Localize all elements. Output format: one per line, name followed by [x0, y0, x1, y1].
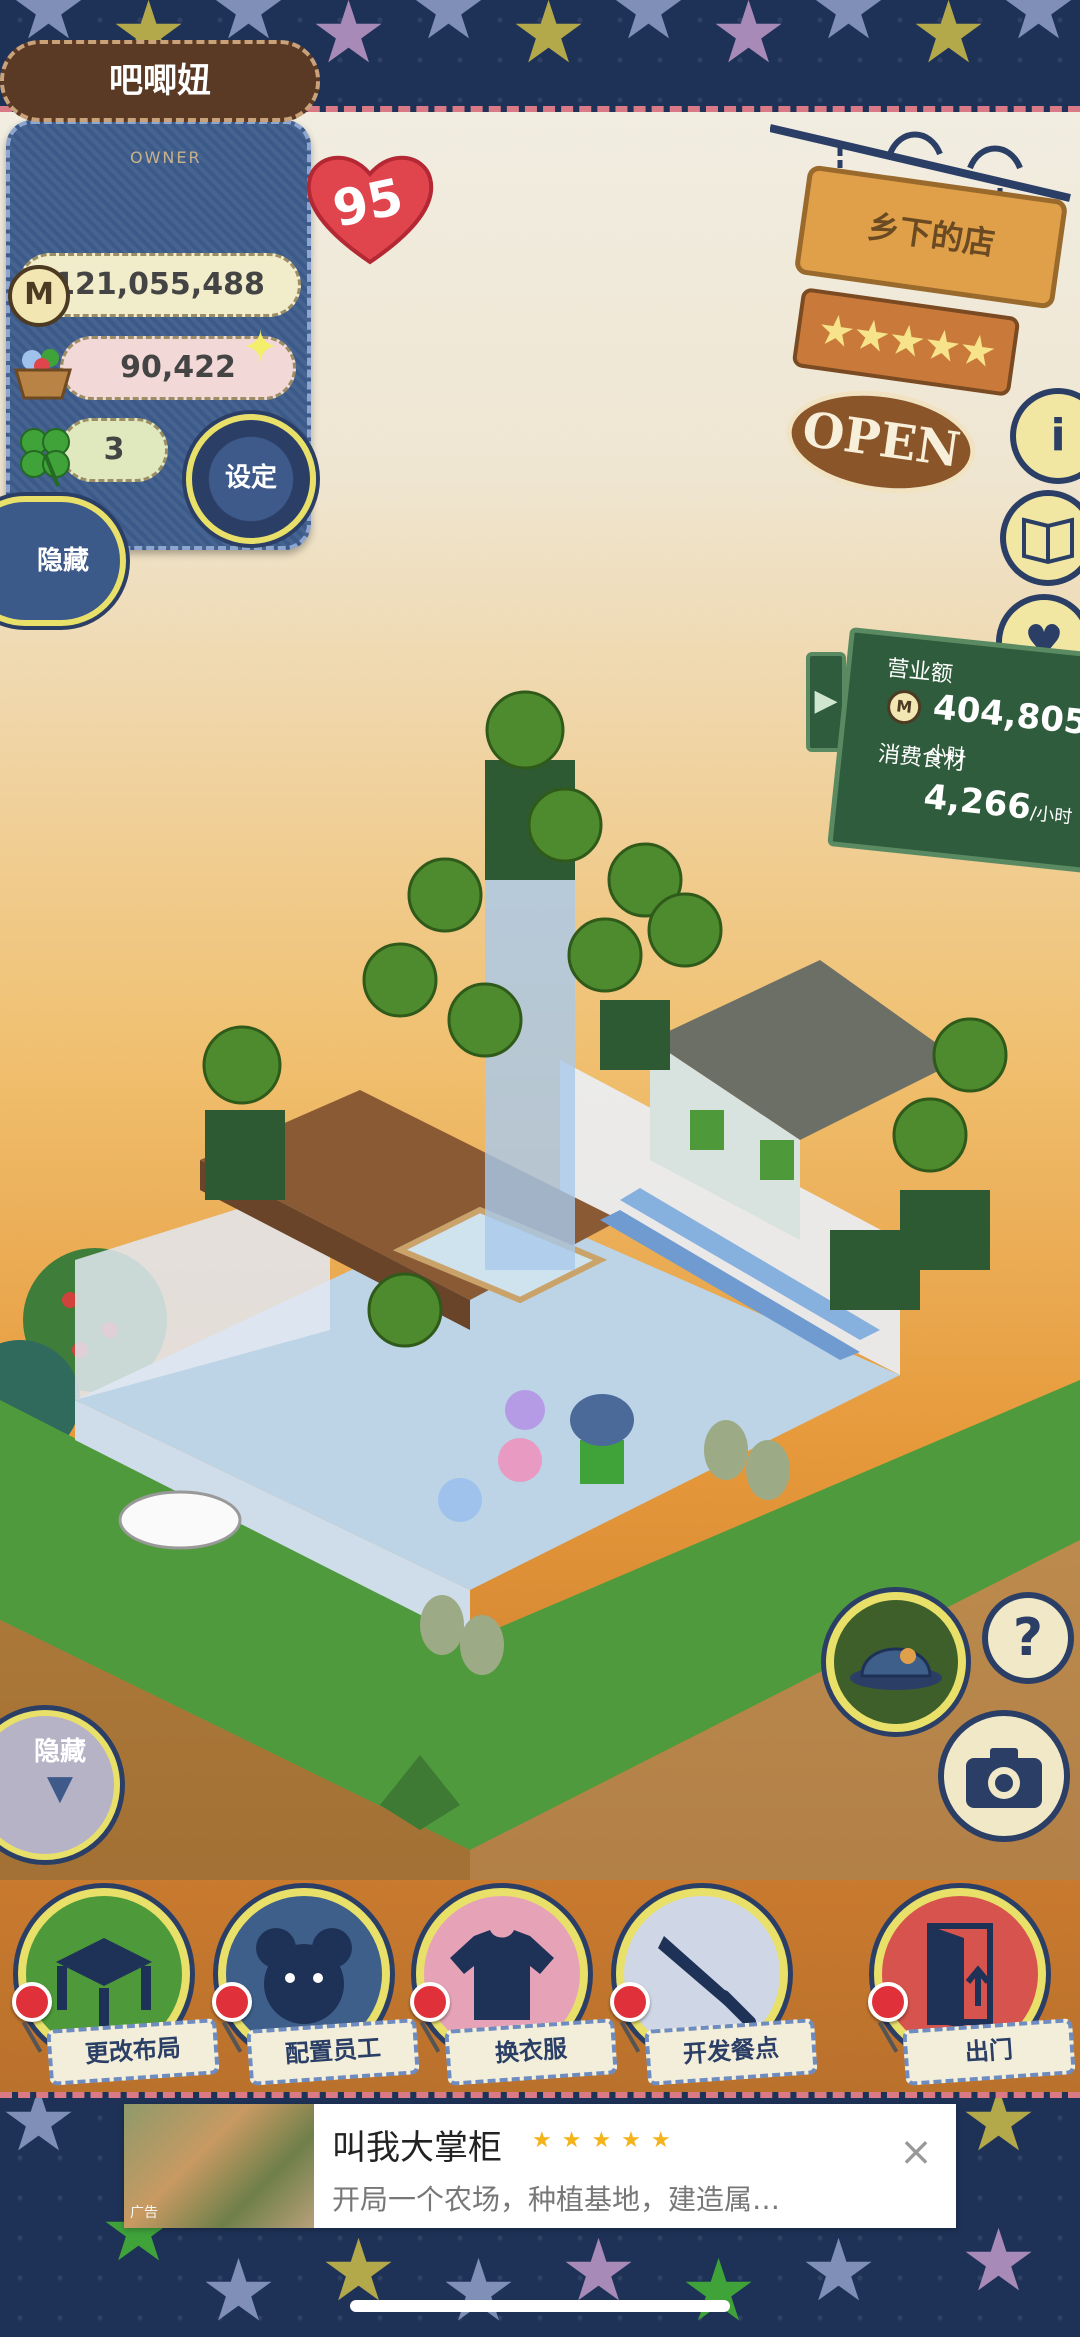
home-indicator[interactable]	[350, 2300, 730, 2312]
book-icon	[1022, 517, 1074, 565]
close-icon[interactable]: ×	[892, 2130, 940, 2178]
menu-go-out[interactable]: 出门	[868, 1888, 1076, 2088]
recipe-book-button[interactable]	[1000, 490, 1080, 586]
help-icon: ?	[1012, 1608, 1044, 1668]
food-consumed-row: 4,266/小时	[922, 777, 1075, 832]
open-sign[interactable]: OPEN	[779, 379, 983, 505]
star-decoration: ★	[710, 0, 788, 83]
shop-rating: ★★★★★	[791, 287, 1021, 397]
star-decoration: ★	[960, 2211, 1038, 2311]
chevron-right-icon: ▶	[814, 683, 838, 718]
info-icon: i	[1050, 410, 1066, 461]
ad-description: 开局一个农场，种植基地，建造属…	[332, 2183, 781, 2216]
star-decoration: ★	[410, 0, 488, 59]
rating-stars: ★★★★★	[814, 303, 998, 378]
star-decoration: ★	[810, 0, 888, 59]
star-decoration: ★	[960, 2092, 1038, 2171]
sales-value: 404,805	[931, 687, 1080, 744]
sales-label: 营业额	[885, 656, 955, 688]
clover-value: 3	[103, 432, 125, 467]
star-decoration: ★	[440, 2241, 518, 2337]
ad-thumbnail[interactable]: 广告	[124, 2104, 314, 2228]
food-consumed-unit: /小时	[1029, 802, 1074, 829]
pin-icon	[410, 1982, 450, 2022]
hide-menu-label: 隐藏	[33, 1737, 86, 1767]
hide-panel-label: 隐藏	[36, 546, 89, 576]
menu-change-layout[interactable]: 更改布局	[12, 1888, 220, 2088]
menu-label: 配置员工	[246, 2018, 420, 2086]
food-consumed-value: 4,266	[921, 776, 1033, 828]
pin-icon	[868, 1982, 908, 2022]
star-decoration: ★	[910, 0, 988, 83]
star-decoration: ★	[0, 2092, 78, 2171]
menu-label: 开发餐点	[644, 2018, 818, 2086]
menu-label: 更改布局	[46, 2018, 220, 2086]
star-decoration: ★	[1000, 0, 1078, 59]
star-decoration: ★	[510, 0, 588, 83]
ad-watermark: 广告	[130, 2205, 158, 2221]
star-decoration: ★	[800, 2221, 878, 2321]
star-decoration: ★	[680, 2241, 758, 2337]
owner-tag: OWNER	[130, 148, 202, 167]
menu-change-clothes[interactable]: 换衣服	[410, 1888, 618, 2088]
coin-icon: M	[8, 265, 70, 327]
shop-name: 乡下的店	[865, 207, 998, 263]
camera-icon	[966, 1748, 1042, 1808]
help-button[interactable]: ?	[982, 1592, 1074, 1684]
menu-label: 换衣服	[444, 2018, 618, 2086]
settings-label: 设定	[224, 463, 277, 493]
coin-icon: M	[885, 688, 923, 726]
ad-rating: ★★★★★	[532, 2128, 681, 2153]
clover-icon	[20, 428, 70, 487]
settings-button[interactable]: 设定	[186, 414, 316, 544]
info-button[interactable]: i	[1010, 388, 1080, 484]
hide-panel-button[interactable]: 隐藏	[0, 496, 126, 626]
open-label: OPEN	[798, 401, 964, 479]
pin-icon	[12, 1982, 52, 2022]
arrow-down-icon: ▼	[46, 1768, 74, 1808]
menu-label: 出门	[902, 2018, 1076, 2086]
star-decoration: ★	[610, 0, 688, 59]
pin-icon	[212, 1982, 252, 2022]
owner-name: 吧唧妞	[0, 40, 320, 122]
hat-icon	[850, 1647, 942, 1690]
revenue-board: 营业额 M 404,805/小时 消费食材 4,266/小时	[827, 627, 1080, 873]
level-heart-badge: 95	[300, 140, 440, 270]
money-value: 121,055,488	[54, 267, 265, 302]
food-value: 90,422	[120, 350, 236, 385]
menu-assign-staff[interactable]: 配置员工	[212, 1888, 420, 2088]
star-decoration: ★	[310, 0, 388, 83]
basket-icon	[14, 349, 72, 400]
hat-button[interactable]	[826, 1592, 966, 1732]
sparkle-icon: ✦	[242, 322, 279, 373]
ad-banner[interactable]: 广告 叫我大掌柜 ★★★★★ 开局一个农场，种植基地，建造属… ×	[124, 2104, 956, 2228]
star-decoration: ★	[200, 2241, 278, 2337]
pin-icon	[610, 1982, 650, 2022]
menu-develop-dishes[interactable]: 开发餐点	[610, 1888, 818, 2088]
ad-title: 叫我大掌柜	[332, 2128, 502, 2168]
camera-button[interactable]	[938, 1710, 1070, 1842]
